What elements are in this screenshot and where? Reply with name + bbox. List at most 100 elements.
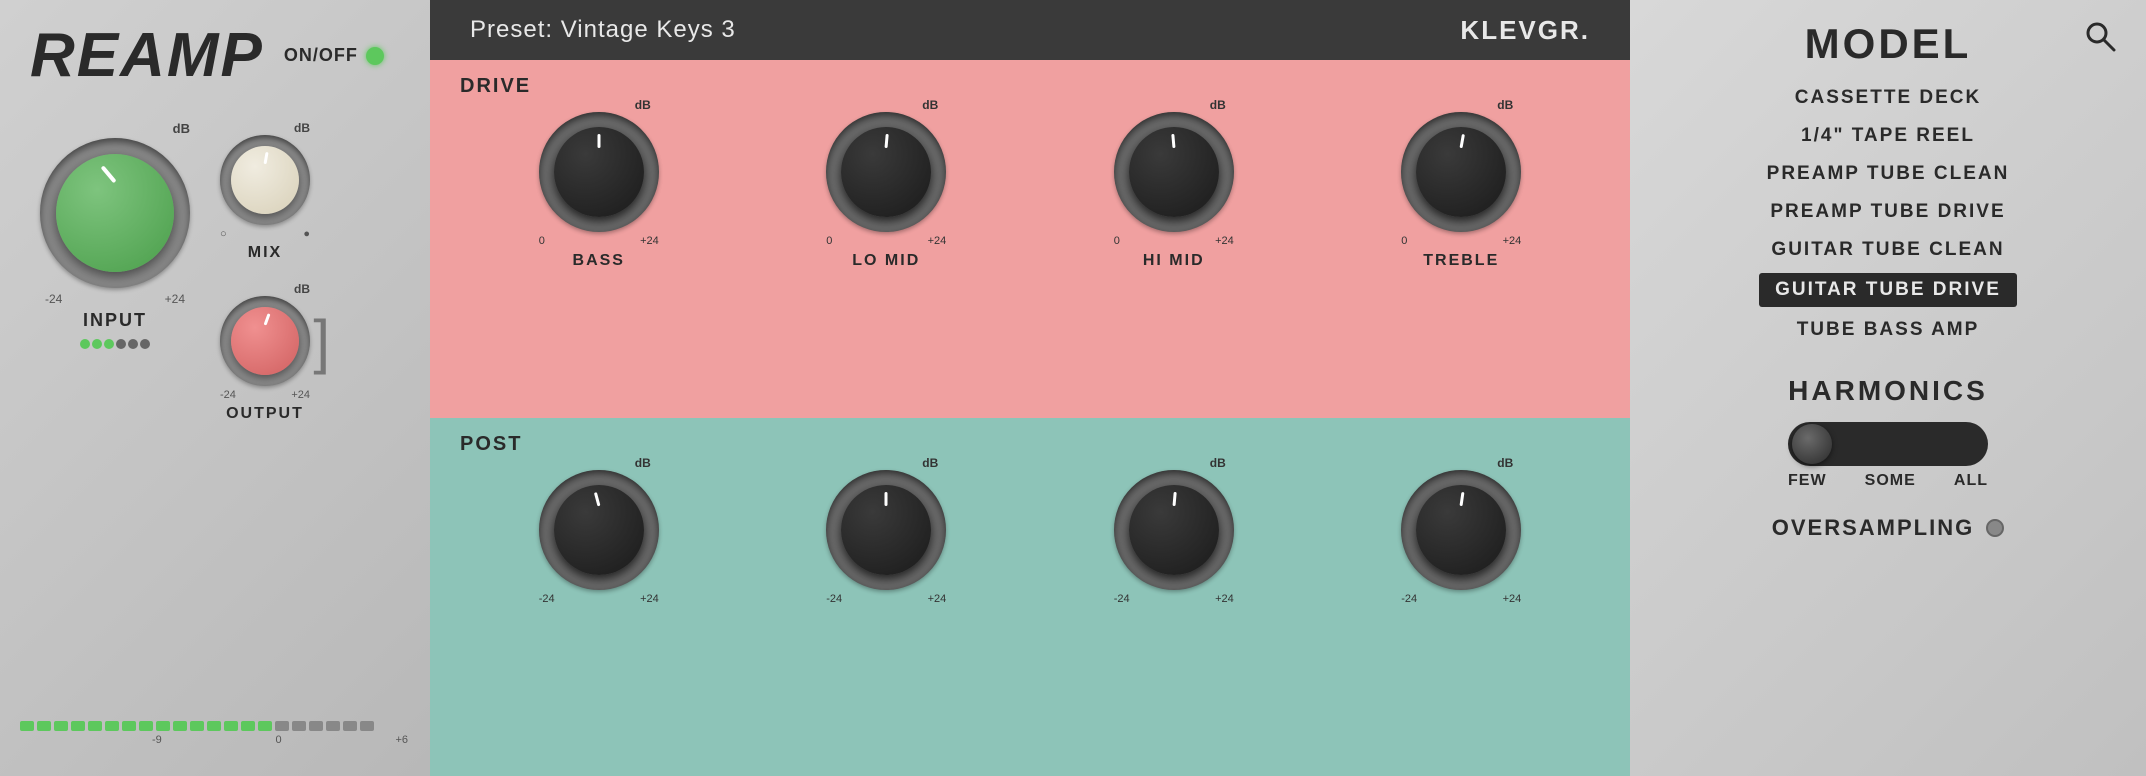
harmonics-label-all: ALL (1954, 472, 1988, 490)
drive-himid-scale: 0 +24 (1114, 235, 1234, 247)
vu-seg-20 (343, 721, 357, 731)
post-himid-db: dB (1210, 456, 1226, 470)
drive-himid-scale-high: +24 (1215, 235, 1234, 247)
harmonics-slider-wrap: FEW SOME ALL (1788, 422, 1988, 490)
harmonics-labels: FEW SOME ALL (1788, 472, 1988, 490)
post-bass-knob[interactable] (539, 470, 659, 590)
oversampling-toggle[interactable] (1986, 519, 2004, 537)
drive-bass-scale: 0 +24 (539, 235, 659, 247)
mix-db-label: dB (294, 121, 310, 135)
drive-lomid-marker (885, 134, 889, 148)
on-off-toggle[interactable] (366, 47, 384, 65)
post-himid-inner (1129, 485, 1219, 575)
on-off-label: ON/OFF (284, 45, 358, 66)
post-treble-scale-high: +24 (1503, 593, 1522, 605)
drive-lomid-knob[interactable] (826, 112, 946, 232)
post-lomid-knob[interactable] (826, 470, 946, 590)
harmonics-title: HARMONICS (1788, 375, 1988, 407)
search-icon-wrap[interactable] (2084, 20, 2116, 57)
post-himid-knob[interactable] (1114, 470, 1234, 590)
drive-treble-wrap: dB 0 +24 TREBLE (1401, 98, 1521, 270)
output-knob-marker (264, 313, 271, 325)
drive-bass-knob[interactable] (539, 112, 659, 232)
vu-seg-2 (37, 721, 51, 731)
drive-treble-inner (1416, 127, 1506, 217)
harmonics-label-some: SOME (1865, 472, 1916, 490)
post-lomid-scale: -24 +24 (826, 593, 946, 605)
search-icon (2084, 20, 2116, 52)
harmonics-slider[interactable] (1788, 422, 1988, 466)
drive-lomid-inner (841, 127, 931, 217)
vu-scale-row: -9 0 +6 (20, 734, 410, 746)
drive-section: DRIVE dB 0 +24 BASS dB (430, 60, 1630, 418)
vu-bar (20, 720, 410, 732)
model-item-guitar-drive[interactable]: GUITAR TUBE DRIVE (1759, 273, 2017, 307)
drive-treble-scale-high: +24 (1503, 235, 1522, 247)
post-lomid-db: dB (922, 456, 938, 470)
post-treble-scale-low: -24 (1401, 593, 1417, 605)
post-himid-scale-low: -24 (1114, 593, 1130, 605)
top-bar: REAMP ON/OFF (30, 20, 400, 91)
mix-scale-indicator: ○ (220, 228, 227, 240)
drive-knobs-row: dB 0 +24 BASS dB (460, 98, 1600, 270)
vu-seg-9 (156, 721, 170, 731)
vu-dot-3 (104, 339, 114, 349)
vu-seg-21 (360, 721, 374, 731)
post-bass-scale: -24 +24 (539, 593, 659, 605)
drive-treble-scale-low: 0 (1401, 235, 1407, 247)
middle-header: Preset: Vintage Keys 3 KLEVGR. (430, 0, 1630, 60)
drive-himid-knob[interactable] (1114, 112, 1234, 232)
post-himid-marker (1172, 492, 1176, 506)
post-section: POST dB -24 +24 dB (430, 418, 1630, 776)
vu-dot-5 (128, 339, 138, 349)
model-item-tape-reel[interactable]: 1/4" TAPE REEL (1789, 121, 1987, 151)
post-treble-scale: -24 +24 (1401, 593, 1521, 605)
model-item-tube-bass[interactable]: TUBE BASS AMP (1785, 315, 1992, 345)
input-scale-high: +24 (165, 292, 185, 306)
output-knob[interactable] (220, 296, 310, 386)
app-title: REAMP (30, 20, 264, 91)
vu-seg-11 (190, 721, 204, 731)
post-treble-wrap: dB -24 +24 (1401, 456, 1521, 605)
model-item-preamp-clean[interactable]: PREAMP TUBE CLEAN (1755, 159, 2022, 189)
drive-himid-wrap: dB 0 +24 HI MID (1114, 98, 1234, 270)
post-bass-scale-high: +24 (640, 593, 659, 605)
mix-scale: ○ ● (220, 228, 310, 240)
drive-lomid-wrap: dB 0 +24 LO MID (826, 98, 946, 270)
vu-seg-17 (292, 721, 306, 731)
vu-seg-18 (309, 721, 323, 731)
input-label: INPUT (83, 310, 147, 331)
input-knob[interactable] (40, 138, 190, 288)
output-scale-high: +24 (291, 389, 310, 401)
drive-treble-knob[interactable] (1401, 112, 1521, 232)
input-knob-marker (101, 165, 117, 183)
drive-treble-label: TREBLE (1423, 252, 1499, 270)
small-knobs-col: dB ○ ● MIX dB (220, 121, 310, 423)
left-panel: REAMP ON/OFF dB -24 +24 INPUT (0, 0, 430, 776)
mix-knob-marker (264, 152, 269, 164)
vu-seg-10 (173, 721, 187, 731)
harmonics-label-few: FEW (1788, 472, 1827, 490)
drive-himid-db: dB (1210, 98, 1226, 112)
drive-lomid-scale: 0 +24 (826, 235, 946, 247)
model-item-cassette[interactable]: CASSETTE DECK (1783, 83, 1993, 113)
vu-seg-6 (105, 721, 119, 731)
vu-seg-16 (275, 721, 289, 731)
model-item-preamp-drive[interactable]: PREAMP TUBE DRIVE (1758, 197, 2017, 227)
drive-lomid-scale-high: +24 (928, 235, 947, 247)
post-treble-knob[interactable] (1401, 470, 1521, 590)
post-bass-db: dB (635, 456, 651, 470)
vu-scale-plus6: +6 (395, 734, 408, 746)
post-bass-wrap: dB -24 +24 (539, 456, 659, 605)
drive-bass-db: dB (635, 98, 651, 112)
output-scale: -24 +24 (220, 389, 310, 401)
mix-label: MIX (248, 244, 282, 262)
vu-seg-19 (326, 721, 340, 731)
vu-scale-0: 0 (276, 734, 282, 746)
mix-knob-container: dB ○ ● MIX (220, 121, 310, 262)
drive-lomid-scale-low: 0 (826, 235, 832, 247)
mix-knob[interactable] (220, 135, 310, 225)
post-lomid-scale-low: -24 (826, 593, 842, 605)
post-lomid-inner (841, 485, 931, 575)
model-item-guitar-clean[interactable]: GUITAR TUBE CLEAN (1759, 235, 2016, 265)
